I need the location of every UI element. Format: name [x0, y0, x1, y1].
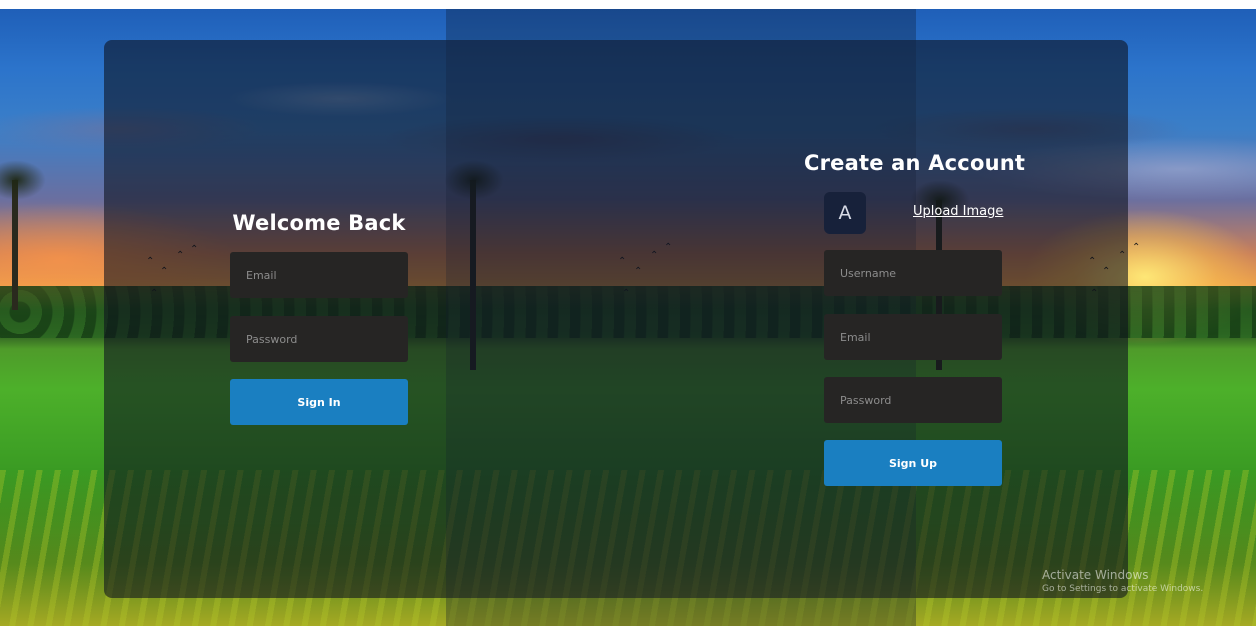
watermark-title: Activate Windows	[1042, 568, 1149, 582]
signup-button[interactable]: Sign Up	[824, 440, 1002, 486]
signup-email-input[interactable]	[824, 314, 1002, 360]
watermark-subtitle: Go to Settings to activate Windows.	[1042, 584, 1204, 594]
avatar: A	[824, 192, 866, 234]
upload-image-link[interactable]: Upload Image	[913, 204, 1003, 219]
signup-username-input[interactable]	[824, 250, 1002, 296]
signin-title: Welcome Back	[232, 211, 406, 235]
signin-password-input[interactable]	[230, 316, 408, 362]
signin-email-input[interactable]	[230, 252, 408, 298]
activate-windows-watermark: Activate Windows Go to Settings to activ…	[1042, 568, 1203, 594]
signup-password-input[interactable]	[824, 377, 1002, 423]
signin-button[interactable]: Sign In	[230, 379, 408, 425]
signup-title: Create an Account	[804, 151, 1026, 175]
auth-container: Welcome Back Sign In Create an Account A…	[104, 40, 1128, 598]
top-strip	[0, 0, 1256, 9]
page: ⌃ ⌃ ⌃ ⌃ ⌃ ⌃ ⌃ ⌃ ⌃ ⌃ ⌃ ⌃ ⌃ ⌃ ⌃ Welcome Ba…	[0, 0, 1256, 626]
bird-icon: ⌃	[1132, 242, 1141, 253]
